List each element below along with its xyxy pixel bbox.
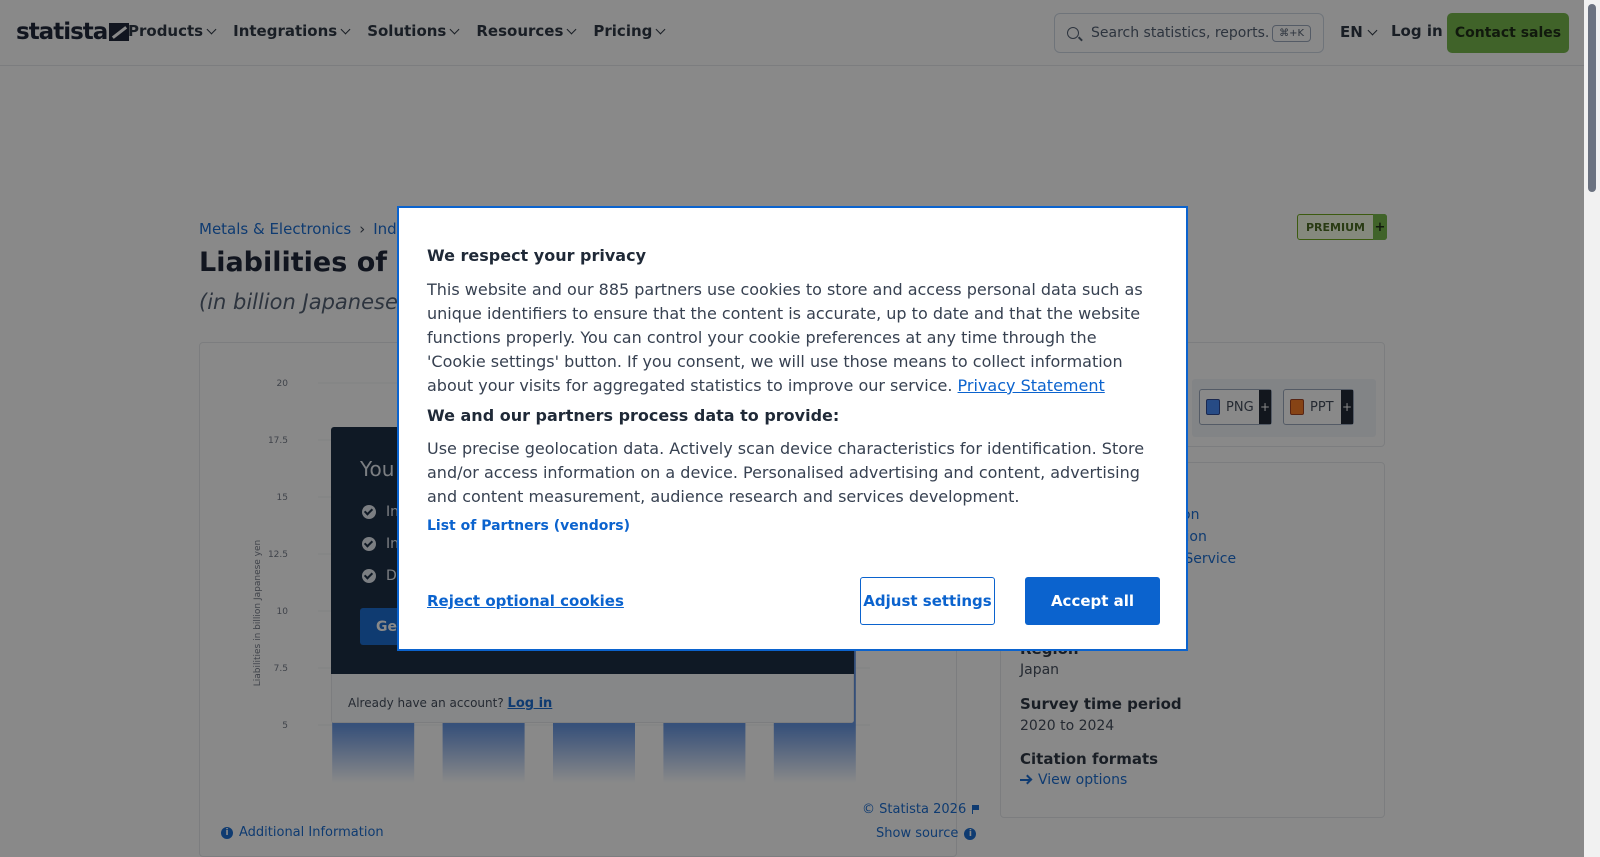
page-scrollbar[interactable]	[1584, 0, 1600, 857]
cookie-dialog-subtitle: We and our partners process data to prov…	[427, 406, 840, 425]
reject-optional-cookies-button[interactable]: Reject optional cookies	[427, 592, 624, 610]
cookie-dialog-title: We respect your privacy	[427, 246, 647, 265]
adjust-settings-button[interactable]: Adjust settings	[860, 577, 995, 625]
cookie-consent-dialog: We respect your privacy This website and…	[397, 206, 1188, 651]
privacy-statement-link[interactable]: Privacy Statement	[958, 376, 1105, 395]
scrollbar-thumb[interactable]	[1588, 4, 1596, 192]
partners-list-link[interactable]: List of Partners (vendors)	[427, 518, 630, 534]
cookie-dialog-purposes: Use precise geolocation data. Actively s…	[427, 439, 1145, 506]
accept-all-button[interactable]: Accept all	[1025, 577, 1160, 625]
cookie-dialog-body: This website and our 885 partners use co…	[427, 278, 1157, 398]
